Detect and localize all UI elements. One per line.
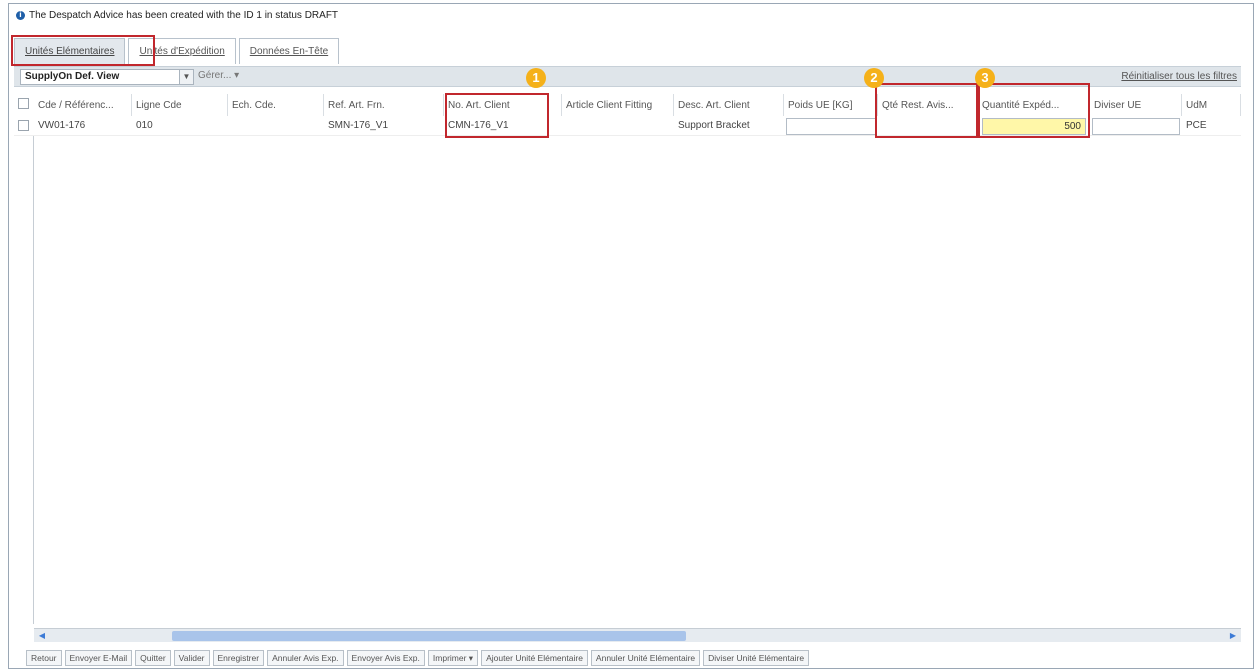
cell-due [228, 116, 324, 135]
row-selector-rail [14, 94, 34, 624]
callout-badge-3: 3 [975, 68, 995, 88]
column-header-weight[interactable]: Poids UE [KG] [784, 94, 878, 116]
cell-description: Support Bracket [678, 120, 750, 131]
cancel-despatch-advice-button[interactable]: Annuler Avis Exp. [267, 650, 344, 666]
select-all-checkbox[interactable] [18, 98, 29, 109]
cell-fitting [562, 116, 674, 135]
action-bar: Retour Envoyer E-Mail Quitter Valider En… [26, 650, 810, 666]
reset-filters-link[interactable]: Réinitialiser tous les filtres [1121, 71, 1237, 82]
view-select-value: SupplyOn Def. View [25, 71, 120, 82]
column-header-supplier-part[interactable]: Ref. Art. Frn. [324, 94, 444, 116]
callout-badge-2: 2 [864, 68, 884, 88]
tab-donnees-en-tete[interactable]: Données En-Tête [238, 38, 340, 64]
quit-button[interactable]: Quitter [135, 650, 171, 666]
cell-supplier-part: SMN-176_V1 [328, 120, 389, 131]
info-icon: i [16, 10, 25, 20]
weight-input[interactable] [786, 118, 876, 135]
send-email-button[interactable]: Envoyer E-Mail [64, 650, 133, 666]
back-button[interactable]: Retour [26, 650, 62, 666]
scroll-right-icon[interactable]: ▶ [1227, 630, 1239, 642]
split-input[interactable] [1092, 118, 1180, 135]
callout-badge-1: 1 [526, 68, 546, 88]
scroll-left-icon[interactable]: ◀ [36, 630, 48, 642]
column-header-split[interactable]: Diviser UE [1090, 94, 1182, 116]
row-checkbox[interactable] [18, 120, 29, 131]
send-despatch-advice-button[interactable]: Envoyer Avis Exp. [346, 650, 425, 666]
column-header-order-line[interactable]: Ligne Cde [132, 94, 228, 116]
split-unit-button[interactable]: Diviser Unité Elémentaire [703, 650, 810, 666]
cancel-unit-button[interactable]: Annuler Unité Elémentaire [590, 650, 701, 666]
cell-uom: PCE [1186, 120, 1207, 131]
print-button[interactable]: Imprimer ▾ [427, 650, 479, 666]
column-header-due[interactable]: Ech. Cde. [228, 94, 324, 116]
column-header-uom[interactable]: UdM [1182, 94, 1241, 116]
tab-highlight-box [11, 35, 155, 66]
column-header-fitting[interactable]: Article Client Fitting [562, 94, 674, 116]
info-message: The Despatch Advice has been created wit… [29, 9, 339, 21]
chevron-down-icon[interactable]: ▼ [179, 70, 193, 84]
cell-order-ref: VW01-176 [38, 120, 86, 131]
highlight-box-remaining-qty [875, 83, 978, 138]
column-header-order-ref[interactable]: Cde / Référenc... [34, 94, 132, 116]
cell-order-line: 010 [136, 120, 153, 131]
column-header-description[interactable]: Desc. Art. Client [674, 94, 784, 116]
horizontal-scrollbar[interactable]: ◀ ▶ [34, 628, 1241, 642]
manage-views-button[interactable]: Gérer... ▾ [198, 70, 239, 81]
save-button[interactable]: Enregistrer [212, 650, 265, 666]
validate-button[interactable]: Valider [173, 650, 210, 666]
add-unit-button[interactable]: Ajouter Unité Elémentaire [481, 650, 588, 666]
view-select[interactable]: SupplyOn Def. View ▼ [20, 69, 194, 85]
scrollbar-thumb[interactable] [172, 631, 686, 641]
highlight-box-customer-part [445, 93, 549, 138]
info-message-bar: i The Despatch Advice has been created w… [16, 8, 338, 22]
highlight-box-shipped-qty [978, 83, 1090, 138]
